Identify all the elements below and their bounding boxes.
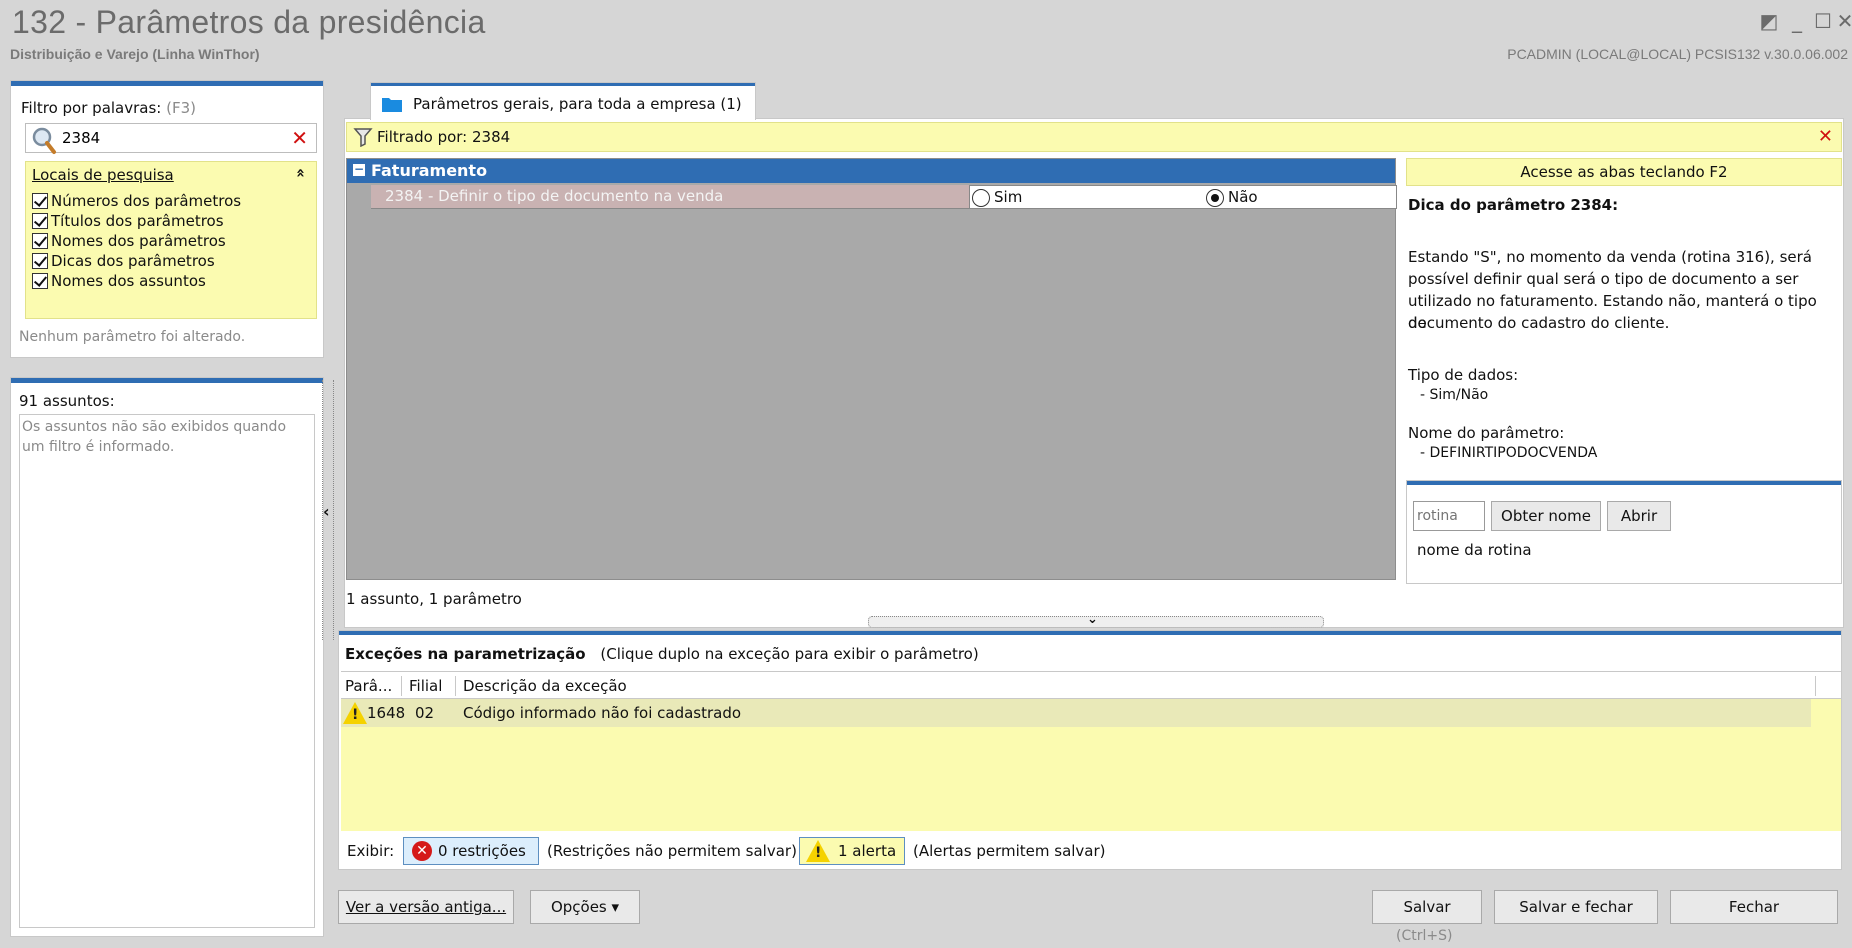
- exceptions-hint: (Clique duplo na exceção para exibir o p…: [600, 645, 979, 663]
- save-shortcut: (Ctrl+S): [1396, 928, 1453, 944]
- folder-icon: [382, 98, 402, 112]
- checkbox-checked-icon[interactable]: [32, 233, 48, 249]
- parameter-value-cell: Sim Não: [969, 185, 1397, 209]
- tab-general-parameters[interactable]: Parâmetros gerais, para toda a empresa (…: [370, 82, 756, 120]
- subjects-list: Os assuntos não são exibidos quando um f…: [19, 414, 315, 928]
- exceptions-table-header: Parâ... Filial Descrição da exceção: [341, 671, 1841, 699]
- group-name: Faturamento: [371, 161, 488, 180]
- radio-no[interactable]: [1206, 189, 1224, 207]
- table-row[interactable]: 1648 02 Código informado não foi cadastr…: [341, 699, 1811, 727]
- tip-header: Acesse as abas teclando F2: [1406, 158, 1842, 186]
- close-button[interactable]: Fechar: [1670, 890, 1838, 924]
- close-window-button[interactable]: ✕: [1834, 10, 1852, 32]
- column-description[interactable]: Descrição da exceção: [463, 677, 627, 695]
- row-filial: 02: [415, 704, 435, 722]
- subjects-panel: 91 assuntos: Os assuntos não são exibido…: [10, 377, 324, 937]
- column-filial[interactable]: Filial: [409, 677, 442, 695]
- old-version-button[interactable]: Ver a versão antiga...: [338, 890, 514, 924]
- save-close-button[interactable]: Salvar e fechar: [1494, 890, 1658, 924]
- filter-shortcut: (F3): [166, 99, 197, 117]
- parameter-label: 2384 - Definir o tipo de documento na ve…: [385, 187, 724, 205]
- radio-yes-label: Sim: [994, 188, 1023, 206]
- save-button[interactable]: Salvar: [1372, 890, 1482, 924]
- restore-icon[interactable]: ◩: [1758, 10, 1780, 32]
- subjects-message-line2: um filtro é informado.: [22, 439, 175, 455]
- window-subtitle: Distribuição e Varejo (Linha WinThor): [10, 46, 260, 62]
- group-header[interactable]: − Faturamento: [347, 159, 1395, 183]
- window-title: 132 - Parâmetros da presidência: [12, 4, 486, 40]
- checkbox-checked-icon[interactable]: [32, 273, 48, 289]
- checkbox-checked-icon[interactable]: [32, 193, 48, 209]
- checkbox-subject-names[interactable]: Nomes dos assuntos: [32, 270, 206, 292]
- data-type-value: - Sim/Não: [1420, 387, 1489, 403]
- param-name-value: - DEFINIRTIPODOCVENDA: [1420, 445, 1598, 461]
- alerts-button[interactable]: 1 alerta: [799, 837, 905, 865]
- rotina-name: nome da rotina: [1417, 541, 1532, 559]
- options-button[interactable]: Opções ▾: [530, 890, 640, 924]
- maximize-button[interactable]: ☐: [1812, 10, 1834, 32]
- filter-label: Filtro por palavras:: [21, 99, 162, 117]
- exceptions-panel: Exceções na parametrização (Clique duplo…: [338, 630, 1842, 870]
- restrictions-button[interactable]: ✕ 0 restrições: [403, 837, 539, 865]
- search-locations-title[interactable]: Locais de pesquisa: [32, 166, 174, 184]
- exceptions-table: Parâ... Filial Descrição da exceção 1648…: [341, 671, 1841, 831]
- filter-label-text: Filtrado por: 2384: [377, 128, 511, 146]
- tip-description-line1: Estando "S", no momento da venda (rotina…: [1408, 248, 1812, 266]
- collapse-locations-icon[interactable]: «: [292, 168, 310, 178]
- subjects-message-line1: Os assuntos não são exibidos quando: [22, 419, 287, 435]
- filter-panel: Filtro por palavras: (F3) ✕ Locais de pe…: [10, 80, 324, 358]
- search-icon: [32, 127, 56, 154]
- checkbox-param-numbers[interactable]: Números dos parâmetros: [32, 190, 241, 212]
- minimize-button[interactable]: _: [1786, 10, 1808, 32]
- collapse-left-icon[interactable]: ‹: [323, 502, 330, 521]
- error-icon: ✕: [412, 841, 432, 861]
- checkbox-param-titles[interactable]: Títulos dos parâmetros: [32, 210, 224, 232]
- warning-icon: [343, 702, 367, 724]
- clear-filter-icon[interactable]: ✕: [1818, 126, 1833, 147]
- filter-icon: [353, 128, 373, 147]
- grid-summary: 1 assunto, 1 parâmetro: [346, 590, 522, 608]
- user-info: PCADMIN (LOCAL@LOCAL) PCSIS132 v.30.0.06…: [1507, 46, 1848, 62]
- search-locations-box: Locais de pesquisa « Números dos parâmet…: [25, 161, 317, 319]
- rotina-box: Obter nome Abrir nome da rotina: [1406, 480, 1842, 584]
- horizontal-splitter[interactable]: ⌄: [868, 612, 1324, 628]
- row-description: Código informado não foi cadastrado: [463, 704, 742, 722]
- parameter-row[interactable]: 2384 - Definir o tipo de documento na ve…: [371, 185, 1397, 209]
- checkbox-checked-icon[interactable]: [32, 253, 48, 269]
- radio-yes[interactable]: [972, 189, 990, 207]
- tip-description-line4: documento do cadastro do cliente.: [1408, 314, 1670, 332]
- tip-panel: Acesse as abas teclando F2 Dica do parâm…: [1406, 158, 1842, 584]
- rotina-input[interactable]: [1413, 501, 1485, 531]
- param-name-label: Nome do parâmetro:: [1408, 424, 1565, 442]
- restrictions-note: (Restrições não permitem salvar): [547, 842, 797, 860]
- alerts-note: (Alertas permitem salvar): [913, 842, 1106, 860]
- checkbox-param-names[interactable]: Nomes dos parâmetros: [32, 230, 226, 252]
- get-name-button[interactable]: Obter nome: [1491, 501, 1601, 531]
- subjects-count: 91 assuntos:: [19, 392, 115, 410]
- tip-description-line2: possível definir qual será o tipo de doc…: [1408, 270, 1799, 288]
- parameters-grid: − Faturamento 2384 - Definir o tipo de d…: [346, 158, 1397, 580]
- collapse-group-icon[interactable]: −: [353, 163, 365, 176]
- change-status: Nenhum parâmetro foi alterado.: [19, 329, 246, 345]
- row-param: 1648: [367, 704, 406, 722]
- open-button[interactable]: Abrir: [1607, 501, 1671, 531]
- checkbox-param-tips[interactable]: Dicas dos parâmetros: [32, 250, 215, 272]
- search-box: ✕: [25, 123, 317, 154]
- exceptions-title: Exceções na parametrização: [345, 645, 586, 663]
- checkbox-checked-icon[interactable]: [32, 213, 48, 229]
- column-param[interactable]: Parâ...: [345, 677, 392, 695]
- clear-search-icon[interactable]: ✕: [291, 126, 308, 150]
- show-label: Exibir:: [347, 842, 395, 860]
- filter-bar: Filtrado por: 2384 ✕: [346, 122, 1842, 152]
- tab-label: Parâmetros gerais, para toda a empresa (…: [413, 95, 742, 113]
- left-panel-splitter[interactable]: ‹: [322, 380, 334, 640]
- collapse-down-icon[interactable]: ⌄: [1087, 612, 1098, 627]
- search-input[interactable]: [62, 128, 282, 148]
- warning-icon: [806, 840, 830, 862]
- radio-no-label: Não: [1228, 188, 1258, 206]
- tip-title: Dica do parâmetro 2384:: [1408, 196, 1619, 214]
- data-type-label: Tipo de dados:: [1408, 366, 1519, 384]
